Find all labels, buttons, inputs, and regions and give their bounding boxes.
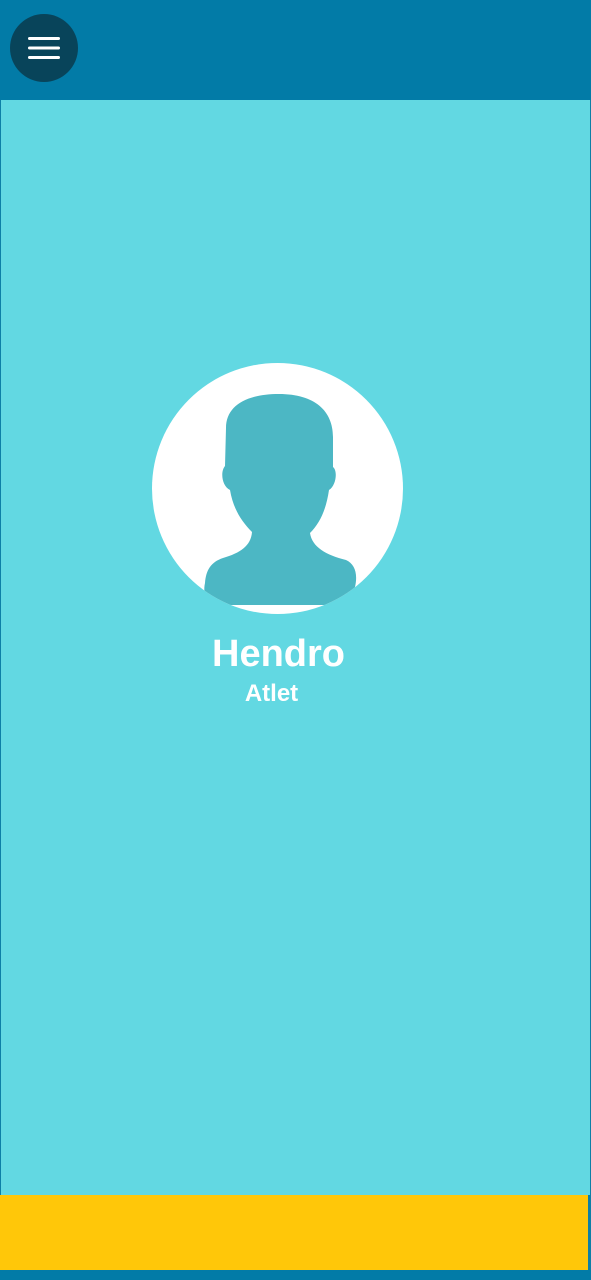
top-bar: [0, 0, 591, 100]
user-silhouette-icon: [204, 394, 357, 605]
hamburger-menu-icon: [28, 37, 60, 59]
bottom-edge: [0, 1270, 591, 1280]
profile-avatar: [152, 363, 403, 614]
profile-content: Hendro Atlet: [1, 100, 590, 1195]
bottom-bar: [0, 1195, 588, 1270]
menu-button[interactable]: [10, 14, 78, 82]
profile-name: Hendro: [212, 633, 345, 675]
profile-role: Atlet: [244, 680, 299, 707]
